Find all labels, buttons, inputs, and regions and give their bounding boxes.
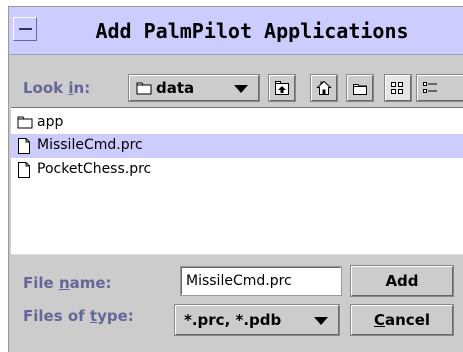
up-one-level-icon (275, 81, 289, 95)
list-view-button[interactable] (384, 74, 412, 102)
files-of-type-value: *.prc, *.pdb (184, 311, 282, 329)
file-name-input[interactable]: MissileCmd.prc (180, 266, 342, 296)
add-applications-dialog: Add PalmPilot Applications Look in: data (8, 6, 463, 352)
details-view-icon (423, 82, 437, 93)
details-view-button[interactable] (416, 74, 463, 102)
file-list-item-app[interactable]: app (11, 111, 463, 135)
add-button[interactable]: Add (350, 265, 454, 297)
cancel-button[interactable]: Cancel (350, 304, 454, 336)
file-name: MissileCmd.prc (37, 137, 143, 153)
files-of-type-label: Files of type: (23, 307, 134, 325)
list-view-icon (391, 82, 403, 94)
chevron-down-icon (314, 317, 328, 325)
up-one-level-button[interactable] (268, 74, 296, 102)
folder-icon (136, 82, 152, 95)
look-in-value: data (156, 79, 195, 97)
home-icon (316, 80, 332, 95)
window-menu-icon (19, 28, 32, 30)
file-name: PocketChess.prc (37, 161, 152, 177)
file-list-item-missilecmd[interactable]: MissileCmd.prc (11, 134, 463, 158)
files-of-type-combo[interactable]: *.prc, *.pdb (174, 304, 340, 336)
home-button[interactable] (310, 74, 338, 102)
window-menu-button[interactable] (13, 17, 37, 41)
folder-icon (17, 116, 33, 129)
file-list[interactable]: app MissileCmd.prc PocketChess.prc (11, 107, 463, 255)
file-name-label: File name: (23, 274, 112, 292)
file-icon (18, 162, 30, 178)
new-folder-button[interactable] (346, 74, 374, 102)
look-in-combo[interactable]: data (128, 74, 260, 102)
new-folder-icon (353, 84, 367, 95)
file-name: app (37, 114, 64, 130)
look-in-label: Look in: (23, 79, 91, 97)
title-bar[interactable]: Add PalmPilot Applications (9, 7, 463, 55)
file-icon (18, 138, 30, 154)
chevron-down-icon (234, 85, 248, 93)
file-list-item-pocketchess[interactable]: PocketChess.prc (11, 158, 463, 182)
dialog-title: Add PalmPilot Applications (95, 19, 409, 43)
